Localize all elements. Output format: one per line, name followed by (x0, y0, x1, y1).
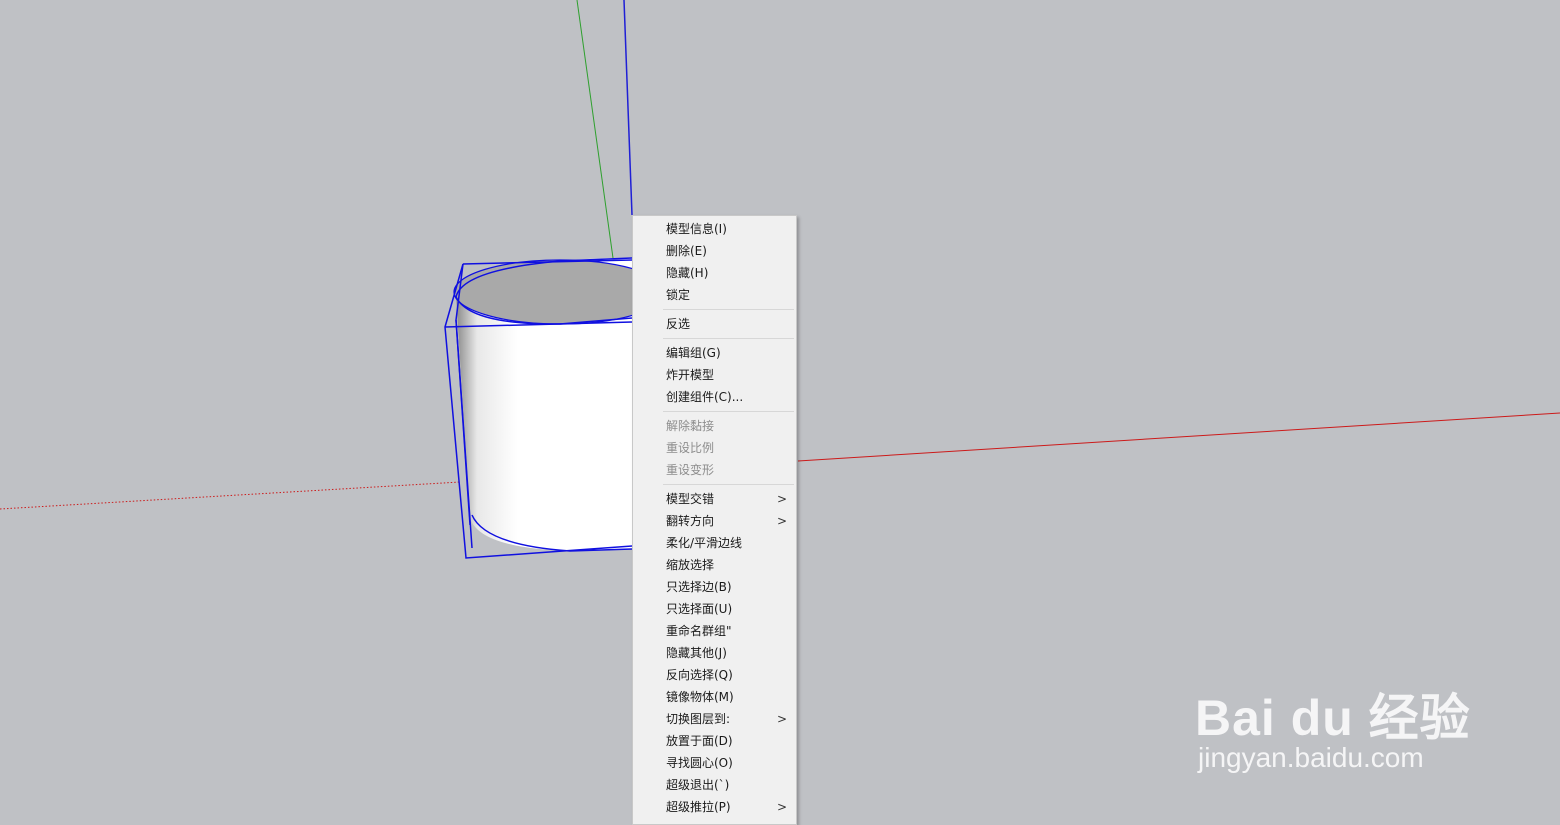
menu-item: 解除黏接 (633, 415, 796, 437)
menu-item-label: 重设变形 (666, 463, 715, 477)
menu-item-label: 编辑组(G) (666, 346, 721, 360)
green-axis (576, 0, 614, 259)
menu-item[interactable]: 删除(E) (633, 240, 796, 262)
menu-item-label: 模型信息(I) (666, 222, 727, 236)
menu-item: 重设变形 (633, 459, 796, 481)
watermark-logo: Bai du 经验 (1195, 690, 1471, 746)
menu-item[interactable]: 隐藏其他(J) (633, 642, 796, 664)
menu-item-label: 寻找圆心(O) (666, 756, 733, 770)
menu-item: 重设比例 (633, 437, 796, 459)
context-menu: 模型信息(I) 删除(E) 隐藏(H) 锁定反选编辑组(G) 炸开模型创建组件(C)..… (632, 215, 797, 825)
menu-separator (663, 338, 794, 339)
menu-item-label: 镜像物体(M) (666, 690, 734, 704)
menu-item[interactable]: 只选择面(U) (633, 598, 796, 620)
menu-item[interactable]: 炸开模型 (633, 364, 796, 386)
menu-item-label: 模型交错 (666, 492, 715, 506)
menu-item[interactable]: 编辑组(G) (633, 342, 796, 364)
menu-item[interactable]: 翻转方向 > (633, 510, 796, 532)
menu-item-label: 柔化/平滑边线 (666, 536, 743, 550)
menu-item[interactable]: 模型信息(I) (633, 218, 796, 240)
red-axis-dashed (0, 481, 461, 510)
menu-item-label: 锁定 (666, 288, 691, 302)
menu-item[interactable]: 反选 (633, 313, 796, 335)
menu-item-label: 放置于面(D) (666, 734, 733, 748)
menu-item[interactable]: 重命名群组" (633, 620, 796, 642)
menu-item-label: 隐藏(H) (666, 266, 709, 280)
menu-item-label: 删除(E) (666, 244, 707, 258)
menu-separator (663, 411, 794, 412)
menu-item[interactable]: 柔化/平滑边线 (633, 532, 796, 554)
menu-item[interactable]: 超级推拉(P) > (633, 796, 796, 818)
menu-item-label: 切换图层到: (666, 712, 731, 726)
menu-item-label: 只选择面(U) (666, 602, 733, 616)
menu-item[interactable]: 镜像物体(M) (633, 686, 796, 708)
menu-item-label: 超级推拉(P) (666, 800, 731, 814)
red-axis (797, 412, 1560, 462)
menu-item[interactable]: 隐藏(H) (633, 262, 796, 284)
submenu-arrow-icon: > (776, 712, 787, 726)
menu-item[interactable]: 切换图层到: > (633, 708, 796, 730)
submenu-arrow-icon: > (776, 800, 787, 814)
menu-separator (663, 309, 794, 310)
menu-item[interactable]: 超级退出(`) (633, 774, 796, 796)
watermark-url: jingyan.baidu.com (1198, 742, 1424, 773)
menu-item-label: 隐藏其他(J) (666, 646, 727, 660)
baidu-jingyan-watermark: Bai du 经验 jingyan.baidu.com (1195, 640, 1495, 780)
menu-item-label: 只选择边(B) (666, 580, 732, 594)
menu-item-label: 重命名群组" (666, 624, 732, 638)
menu-item[interactable]: 模型交错 > (633, 488, 796, 510)
menu-item-label: 反选 (666, 317, 691, 331)
menu-item[interactable]: 缩放选择 (633, 554, 796, 576)
menu-item-label: 反向选择(Q) (666, 668, 733, 682)
menu-item[interactable]: 放置于面(D) (633, 730, 796, 752)
menu-item-label: 重设比例 (666, 441, 715, 455)
menu-item-label: 创建组件(C)... (666, 390, 744, 404)
menu-item[interactable]: 寻找圆心(O) (633, 752, 796, 774)
menu-item-label: 解除黏接 (666, 419, 715, 433)
menu-item-label: 翻转方向 (666, 514, 715, 528)
menu-item[interactable]: 锁定 (633, 284, 796, 306)
menu-item[interactable]: 创建组件(C)... (633, 386, 796, 408)
submenu-arrow-icon: > (776, 514, 787, 528)
menu-item[interactable]: 反向选择(Q) (633, 664, 796, 686)
menu-item-label: 炸开模型 (666, 368, 715, 382)
menu-item-label: 超级退出(`) (666, 778, 730, 792)
menu-item-label: 缩放选择 (666, 558, 715, 572)
blue-axis (623, 0, 633, 216)
menu-separator (663, 484, 794, 485)
submenu-arrow-icon: > (776, 492, 787, 506)
menu-item[interactable]: 只选择边(B) (633, 576, 796, 598)
